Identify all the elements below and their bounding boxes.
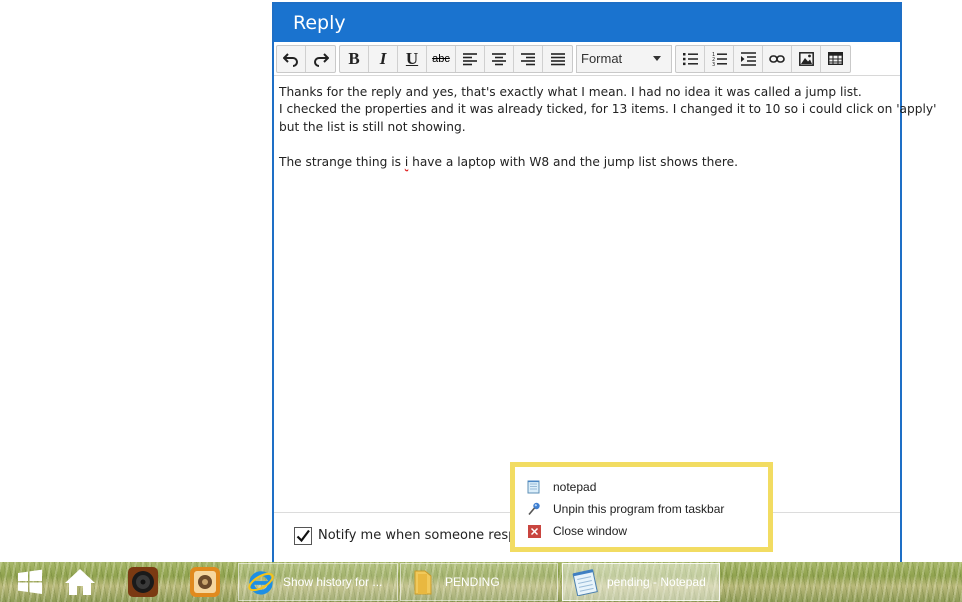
- format-label: Format: [581, 51, 623, 66]
- underline-button[interactable]: U: [398, 45, 427, 72]
- task-label: PENDING: [445, 575, 500, 589]
- link-button[interactable]: [763, 45, 792, 72]
- jump-list-label: Close window: [553, 524, 628, 538]
- image-icon: [798, 51, 814, 66]
- chevron-down-icon: [653, 56, 661, 61]
- strikethrough-button[interactable]: abc: [427, 45, 456, 72]
- speaker-icon: [128, 567, 158, 597]
- app-icon: [190, 567, 220, 597]
- table-button[interactable]: [821, 46, 850, 72]
- jump-list-menu: notepad Unpin this program from taskbar …: [515, 467, 768, 547]
- table-icon: [828, 52, 843, 65]
- notify-checkbox[interactable]: [294, 527, 312, 545]
- strikethrough-icon: abc: [432, 52, 450, 65]
- align-center-icon: [492, 52, 506, 65]
- numbered-list-button[interactable]: 123: [705, 45, 734, 72]
- folder-icon: [409, 568, 437, 596]
- image-button[interactable]: [792, 45, 821, 72]
- align-right-icon: [521, 52, 535, 65]
- screen: Reply B I U abc Format 1 2 3 Thanks for …: [0, 0, 962, 602]
- history-group: [276, 44, 336, 73]
- redo-button[interactable]: [306, 46, 335, 72]
- align-justify-icon: [550, 52, 565, 65]
- align-center-button[interactable]: [485, 45, 514, 72]
- reply-title: Reply: [274, 4, 900, 42]
- jump-list-item-unpin[interactable]: Unpin this program from taskbar: [527, 498, 768, 520]
- align-left-icon: [463, 52, 477, 65]
- task-label: Show history for ...: [283, 575, 383, 589]
- svg-text:3: 3: [712, 62, 715, 66]
- notepad-icon: [571, 568, 599, 596]
- taskbar-task-notepad[interactable]: pending - Notepad: [562, 563, 720, 601]
- jump-list-item-close[interactable]: Close window: [527, 520, 768, 542]
- numbered-list-icon: 123: [712, 52, 727, 66]
- taskbar-pin-home[interactable]: [50, 562, 110, 602]
- body-line: I checked the properties and it was alre…: [279, 102, 937, 117]
- list-group: 123: [675, 44, 851, 73]
- align-left-button[interactable]: [456, 45, 485, 72]
- close-icon: [527, 524, 541, 538]
- bullet-list-button[interactable]: [676, 45, 705, 72]
- taskbar-pin-speaker[interactable]: [113, 562, 173, 602]
- taskbar: Show history for ... PENDING pending - N…: [0, 562, 962, 602]
- jump-list-label: Unpin this program from taskbar: [553, 502, 725, 516]
- undo-button[interactable]: [277, 45, 306, 72]
- align-justify-button[interactable]: [543, 46, 572, 72]
- start-icon: [18, 569, 42, 594]
- bold-button[interactable]: B: [340, 45, 369, 72]
- jump-list-label: notepad: [553, 480, 597, 494]
- italic-button[interactable]: I: [369, 45, 398, 72]
- taskbar-pin-app[interactable]: [175, 562, 235, 602]
- notify-label: Notify me when someone respon: [318, 528, 533, 543]
- italic-icon: I: [379, 48, 387, 68]
- home-icon: [65, 569, 95, 595]
- indent-icon: [740, 51, 756, 66]
- taskbar-task-ie[interactable]: Show history for ...: [238, 563, 398, 601]
- bullet-list-icon: [682, 52, 698, 65]
- underline-icon: U: [405, 48, 419, 68]
- taskbar-task-pending-folder[interactable]: PENDING: [400, 563, 558, 601]
- body-line: Thanks for the reply and yes, that's exa…: [279, 85, 862, 99]
- checkmark-icon: [296, 529, 310, 543]
- link-icon: [769, 54, 785, 63]
- pin-icon: [527, 502, 541, 516]
- editor-toolbar: B I U abc Format 1 2 3: [274, 42, 900, 76]
- bold-icon: B: [348, 48, 360, 68]
- style-group: B I U abc: [339, 44, 573, 73]
- jump-list-item-notepad[interactable]: notepad: [527, 476, 768, 498]
- redo-icon: [313, 52, 329, 67]
- task-label: pending - Notepad: [607, 575, 706, 589]
- body-line: but the list is still not showing.: [279, 119, 466, 134]
- reply-editor[interactable]: Thanks for the reply and yes, that's exa…: [279, 84, 937, 171]
- body-line: The strange thing is i have a laptop wit…: [279, 154, 895, 171]
- format-dropdown[interactable]: Format: [576, 44, 672, 73]
- ie-icon: [247, 568, 275, 596]
- notepad-icon: [527, 480, 541, 494]
- indent-button[interactable]: [734, 45, 763, 72]
- jump-list-popup: notepad Unpin this program from taskbar …: [510, 462, 773, 552]
- align-right-button[interactable]: [514, 45, 543, 72]
- body-text: The strange thing is: [279, 154, 405, 169]
- body-text: have a laptop with W8 and the jump list …: [408, 154, 738, 169]
- undo-icon: [283, 52, 298, 67]
